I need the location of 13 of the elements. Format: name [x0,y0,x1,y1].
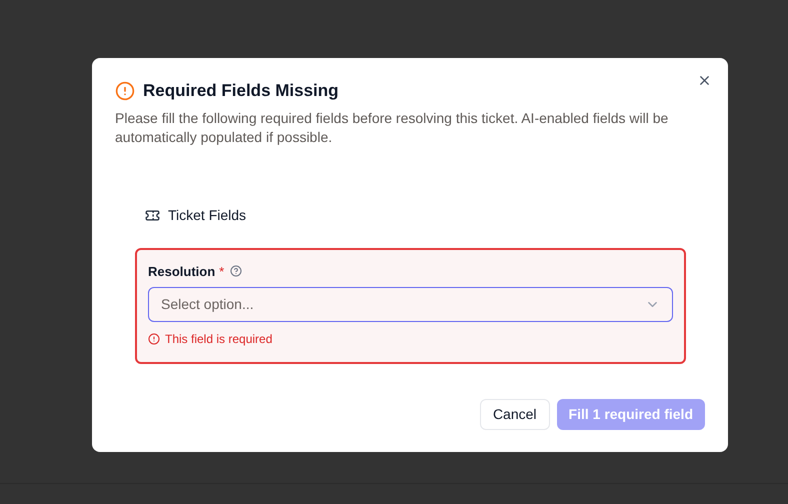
warning-icon [115,80,135,101]
help-icon[interactable] [230,265,242,278]
section-title: Ticket Fields [168,206,246,224]
dialog-description: Please fill the following required fields before resolving this ticket. AI-enabled fields will be automatically populated if possible. [115,108,670,146]
error-message: This field is required [165,331,272,348]
dialog-title: Required Fields Missing [143,80,339,102]
select-field[interactable]: Select option... [148,287,673,322]
required-asterisk: * [219,262,224,280]
ticket-icon [145,208,160,222]
error-icon [148,333,160,345]
cancel-button[interactable]: Cancel [480,399,550,430]
field-label: Resolution [148,262,216,280]
close-icon[interactable] [697,73,712,88]
